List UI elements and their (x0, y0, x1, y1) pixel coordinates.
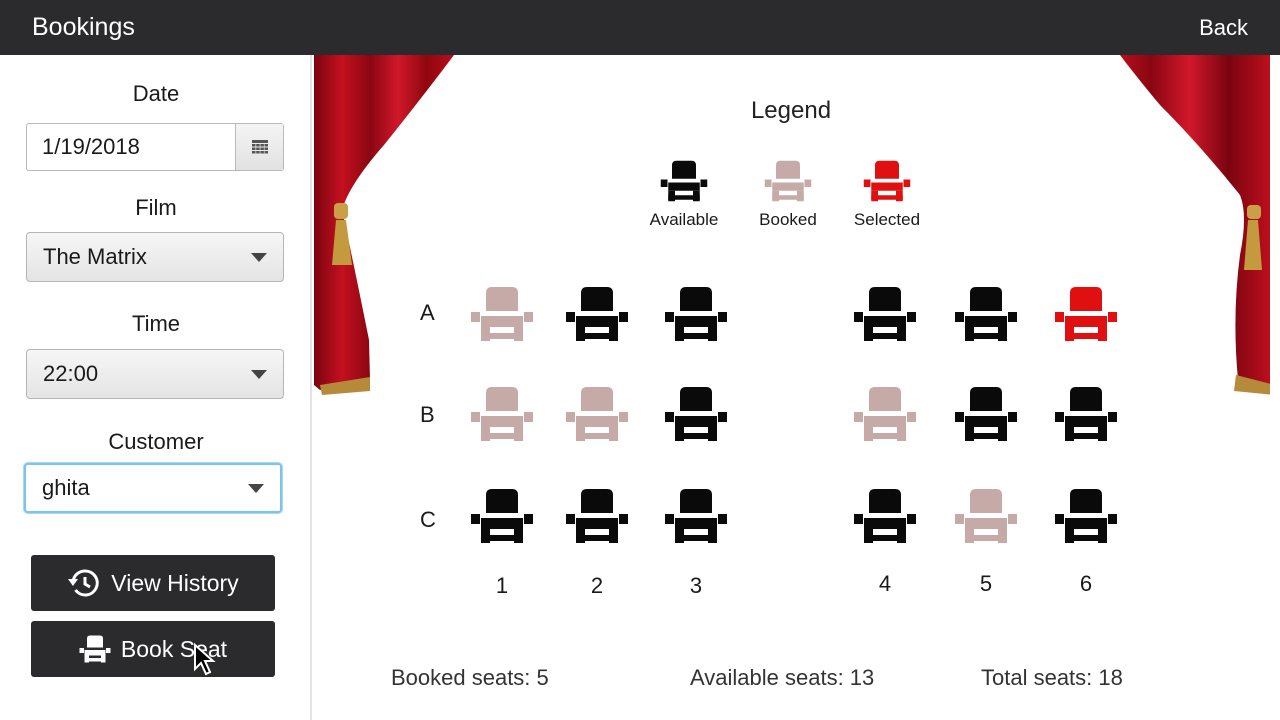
legend-item-available: Available (634, 159, 734, 230)
calendar-button[interactable] (235, 124, 283, 170)
seat-c6[interactable] (1054, 487, 1118, 545)
seat-a4[interactable] (853, 285, 917, 343)
column-label-6: 6 (1079, 571, 1093, 596)
seat-b1 (470, 385, 534, 443)
seat-a1 (470, 285, 534, 343)
column-label-3: 3 (689, 573, 703, 598)
row-label-c: C (420, 507, 436, 532)
date-label: Date (132, 81, 180, 106)
seat-b2 (565, 385, 629, 443)
page-title: Bookings (32, 13, 135, 41)
date-picker[interactable]: 1/19/2018 (26, 123, 284, 171)
seat-b3[interactable] (664, 385, 728, 443)
seat-selected-icon (837, 159, 937, 208)
available-seats-count: Available seats: 13 (690, 665, 875, 690)
legend-label: Available (649, 210, 719, 229)
customer-select-value: ghita (42, 475, 90, 500)
column-label-1: 1 (495, 573, 509, 598)
legend-title: Legend (750, 97, 832, 124)
legend-label: Selected (853, 210, 921, 229)
row-label-a: A (420, 300, 435, 325)
customer-select[interactable]: ghita (24, 463, 282, 513)
film-select[interactable]: The Matrix (26, 232, 284, 282)
chevron-down-icon (251, 369, 267, 379)
legend-item-selected: Selected (837, 159, 937, 230)
seating-stage: Legend Booked seats: 5 Available seats: … (314, 55, 1280, 720)
seat-b4 (853, 385, 917, 443)
legend-label: Booked (759, 210, 817, 229)
view-history-button[interactable]: View History (31, 555, 275, 611)
time-select[interactable]: 22:00 (26, 349, 284, 399)
top-bar: Bookings Back (0, 0, 1280, 55)
seat-b6[interactable] (1054, 385, 1118, 443)
calendar-icon (251, 139, 268, 153)
seat-c2[interactable] (565, 487, 629, 545)
column-label-2: 2 (590, 573, 604, 598)
seat-b5[interactable] (954, 385, 1018, 443)
seat-a6[interactable] (1054, 285, 1118, 343)
seat-c3[interactable] (664, 487, 728, 545)
booking-form-sidebar: Date 1/19/2018 Film The Matrix Time 22:0… (0, 55, 312, 720)
row-label-b: B (420, 402, 435, 427)
column-label-4: 4 (878, 571, 892, 596)
back-button[interactable]: Back (1199, 15, 1248, 41)
seat-icon (79, 635, 111, 663)
film-label: Film (135, 195, 177, 220)
legend-item-booked: Booked (738, 159, 838, 230)
seat-booked-icon (738, 159, 838, 208)
chevron-down-icon (248, 483, 264, 493)
chevron-down-icon (251, 252, 267, 262)
film-select-value: The Matrix (43, 244, 147, 269)
customer-label: Customer (108, 429, 204, 454)
book-seat-button[interactable]: Book Seat (31, 621, 275, 677)
total-seats-count: Total seats: 18 (981, 665, 1123, 690)
booked-seats-count: Booked seats: 5 (391, 665, 549, 690)
history-icon (68, 569, 100, 597)
mouse-pointer-icon (194, 643, 216, 676)
time-select-value: 22:00 (43, 361, 99, 386)
date-input[interactable]: 1/19/2018 (27, 124, 235, 170)
seat-c4[interactable] (853, 487, 917, 545)
seat-a2[interactable] (565, 285, 629, 343)
seat-available-icon (634, 159, 734, 208)
time-label: Time (131, 311, 181, 336)
column-label-5: 5 (979, 571, 993, 596)
seat-a3[interactable] (664, 285, 728, 343)
seat-c1[interactable] (470, 487, 534, 545)
seat-c5 (954, 487, 1018, 545)
view-history-label: View History (111, 569, 239, 596)
seat-a5[interactable] (954, 285, 1018, 343)
